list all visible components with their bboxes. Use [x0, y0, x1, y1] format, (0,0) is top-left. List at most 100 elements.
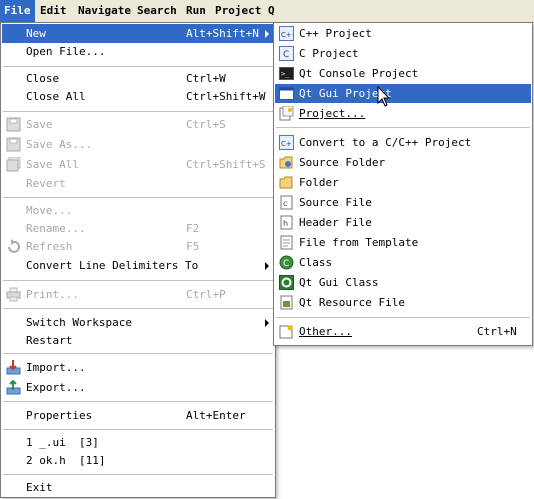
close-accelerator: Ctrl+W [186, 72, 226, 85]
import-icon [6, 360, 21, 375]
print-icon [6, 287, 21, 302]
file-from-template-menu-item[interactable]: File from Template [275, 233, 531, 252]
svg-text:c: c [283, 199, 287, 208]
folder-icon [279, 175, 294, 190]
revert-menu-item[interactable]: Revert [2, 174, 274, 193]
menu-bar: File Edit Navigate Search Run Project Q [0, 0, 534, 23]
export-label: Export... [26, 381, 86, 394]
qt-gui-class-menu-item[interactable]: Qt Gui Class [275, 273, 531, 292]
other-accelerator: Ctrl+N [477, 325, 517, 338]
recent-file-2-menu-item[interactable]: 2 ok.h [11] [2, 451, 274, 470]
rename-label: Rename... [26, 222, 86, 235]
new-menu-item[interactable]: New Alt+Shift+N [2, 24, 274, 43]
save-accelerator: Ctrl+S [186, 118, 226, 131]
class-label: Class [299, 256, 333, 269]
c-project-menu-item[interactable]: C C Project [275, 44, 531, 63]
close-all-label: Close All [26, 90, 86, 103]
qt-class-icon [279, 275, 294, 290]
project-label: Project... [299, 107, 366, 120]
exit-menu-item[interactable]: Exit [2, 478, 274, 497]
refresh-menu-item[interactable]: Refresh F5 [2, 237, 274, 256]
open-file-label: Open File... [26, 45, 106, 58]
source-folder-label: Source Folder [299, 156, 386, 169]
menu-qt[interactable]: Q [264, 0, 279, 22]
convert-to-c-project-menu-item[interactable]: C+ Convert to a C/C++ Project [275, 133, 531, 152]
separator [276, 127, 530, 128]
wizard-icon [279, 324, 294, 339]
recent-file-1-label: 1 _.ui [3] [26, 436, 99, 449]
console-icon: >_ [279, 66, 294, 81]
save-all-label: Save All [26, 158, 79, 171]
other-menu-item[interactable]: Other... Ctrl+N [275, 322, 531, 341]
mouse-cursor-icon [377, 85, 391, 108]
save-all-icon [6, 157, 21, 172]
source-file-menu-item[interactable]: c Source File [275, 193, 531, 212]
close-label: Close [26, 72, 60, 85]
restart-menu-item[interactable]: Restart [2, 331, 274, 350]
convert-to-c-project-label: Convert to a C/C++ Project [299, 136, 472, 149]
c-project-icon: C [279, 46, 294, 61]
qt-resource-file-menu-item[interactable]: Qt Resource File [275, 293, 531, 312]
menu-navigate[interactable]: Navigate [74, 0, 135, 22]
convert-line-delimiters-label: Convert Line Delimiters To [26, 259, 199, 272]
menu-project[interactable]: Project [211, 0, 265, 22]
save-all-menu-item[interactable]: Save All Ctrl+Shift+S [2, 155, 274, 174]
qt-console-project-menu-item[interactable]: >_ Qt Console Project [275, 64, 531, 83]
switch-workspace-menu-item[interactable]: Switch Workspace [2, 313, 274, 332]
properties-menu-item[interactable]: Properties Alt+Enter [2, 406, 274, 425]
convert-line-delimiters-menu-item[interactable]: Convert Line Delimiters To [2, 256, 274, 275]
restart-label: Restart [26, 334, 73, 347]
move-menu-item[interactable]: Move... [2, 201, 274, 220]
folder-menu-item[interactable]: Folder [275, 173, 531, 192]
menu-search[interactable]: Search [133, 0, 181, 22]
import-label: Import... [26, 361, 86, 374]
separator [3, 280, 273, 281]
submenu-arrow-icon [265, 319, 269, 327]
new-project-icon [279, 106, 294, 121]
file-from-template-label: File from Template [299, 236, 419, 249]
save-label: Save [26, 118, 53, 131]
save-menu-item[interactable]: Save Ctrl+S [2, 115, 274, 134]
import-menu-item[interactable]: Import... [2, 358, 274, 377]
rename-menu-item[interactable]: Rename... F2 [2, 219, 274, 238]
save-as-menu-item[interactable]: Save As... [2, 135, 274, 154]
close-all-accelerator: Ctrl+Shift+W [186, 90, 266, 103]
new-accelerator: Alt+Shift+N [186, 27, 259, 40]
menu-run[interactable]: Run [182, 0, 210, 22]
file-menu: New Alt+Shift+N Open File... Close Ctrl+… [0, 22, 276, 498]
recent-file-2-label: 2 ok.h [11] [26, 454, 106, 467]
svg-text:C++: C++ [281, 31, 294, 39]
close-all-menu-item[interactable]: Close All Ctrl+Shift+W [2, 87, 274, 106]
header-file-menu-item[interactable]: h Header File [275, 213, 531, 232]
class-icon: C [279, 255, 294, 270]
cpp-project-menu-item[interactable]: C++ C++ Project [275, 24, 531, 43]
c-project-label: C Project [299, 47, 359, 60]
svg-text:h: h [283, 219, 288, 228]
qt-gui-project-menu-item[interactable]: Qt Gui Project [275, 84, 531, 103]
menu-file[interactable]: File [0, 0, 35, 22]
export-menu-item[interactable]: Export... [2, 378, 274, 397]
save-as-icon [6, 137, 21, 152]
rename-accelerator: F2 [186, 222, 200, 235]
header-file-label: Header File [299, 216, 372, 229]
close-menu-item[interactable]: Close Ctrl+W [2, 69, 274, 88]
source-folder-menu-item[interactable]: Source Folder [275, 153, 531, 172]
move-label: Move... [26, 204, 73, 217]
svg-text:C: C [283, 259, 289, 269]
save-as-label: Save As... [26, 138, 93, 151]
print-menu-item[interactable]: Print... Ctrl+P [2, 285, 274, 304]
refresh-icon [6, 239, 21, 254]
convert-project-icon: C+ [279, 135, 294, 150]
open-file-menu-item[interactable]: Open File... [2, 42, 274, 61]
svg-text:C+: C+ [281, 140, 292, 148]
class-menu-item[interactable]: C Class [275, 253, 531, 272]
menu-edit[interactable]: Edit [36, 0, 71, 22]
folder-label: Folder [299, 176, 339, 189]
separator [3, 353, 273, 354]
recent-file-1-menu-item[interactable]: 1 _.ui [3] [2, 433, 274, 452]
refresh-label: Refresh [26, 240, 73, 253]
source-folder-icon [279, 155, 294, 170]
resource-file-icon [279, 295, 294, 310]
project-menu-item[interactable]: Project... [275, 104, 531, 123]
separator [3, 197, 273, 198]
